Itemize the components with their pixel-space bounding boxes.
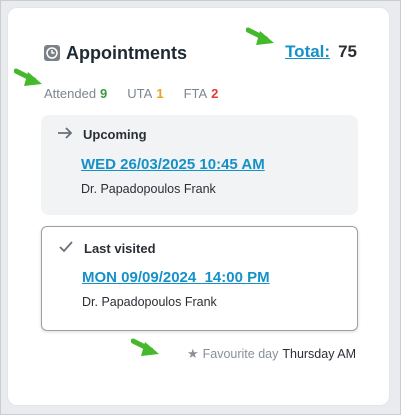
last-visited-date-link[interactable]: MON 09/09/2024 14:00 PM <box>82 269 270 286</box>
favourite-value: Thursday AM <box>282 347 356 361</box>
check-icon <box>58 240 76 257</box>
upcoming-header: Upcoming <box>57 126 147 143</box>
last-visited-card: Last visited MON 09/09/2024 14:00 PM Dr.… <box>41 226 358 331</box>
total-container: Total: 75 <box>285 42 357 62</box>
annotation-arrow-icon <box>246 27 274 45</box>
clock-icon <box>44 45 60 61</box>
stat-value: 1 <box>156 86 164 101</box>
stat-label: UTA <box>127 86 153 101</box>
stat-label: FTA <box>183 86 208 101</box>
last-visited-doctor: Dr. Papadopoulos Frank <box>82 295 217 309</box>
annotation-arrow-icon <box>131 338 159 356</box>
last-visited-header: Last visited <box>58 240 156 257</box>
upcoming-doctor: Dr. Papadopoulos Frank <box>81 182 216 196</box>
stat-value: 2 <box>211 86 219 101</box>
stat-attended: Attended 9 <box>44 86 107 101</box>
arrow-right-icon <box>57 126 75 143</box>
card-title: Appointments <box>66 42 187 63</box>
annotation-arrow-icon <box>14 68 42 86</box>
star-icon: ★ <box>186 346 199 361</box>
stat-label: Attended <box>44 86 97 101</box>
favourite-label: Favourite day <box>202 347 279 361</box>
total-value: 75 <box>338 42 357 61</box>
upcoming-date-link[interactable]: WED 26/03/2025 10:45 AM <box>81 156 265 173</box>
stat-value: 9 <box>100 86 108 101</box>
upcoming-appointment-card: Upcoming WED 26/03/2025 10:45 AM Dr. Pap… <box>41 115 358 215</box>
last-visited-label: Last visited <box>84 241 156 256</box>
total-link[interactable]: Total: <box>285 42 330 62</box>
card-header: Appointments <box>44 40 187 66</box>
stat-fta: FTA 2 <box>184 86 219 101</box>
stat-uta: UTA 1 <box>127 86 163 101</box>
favourite-day: ★ Favourite day Thursday AM <box>187 346 356 362</box>
attendance-stats: Attended 9 UTA 1 FTA 2 <box>44 86 218 101</box>
upcoming-label: Upcoming <box>83 127 147 142</box>
